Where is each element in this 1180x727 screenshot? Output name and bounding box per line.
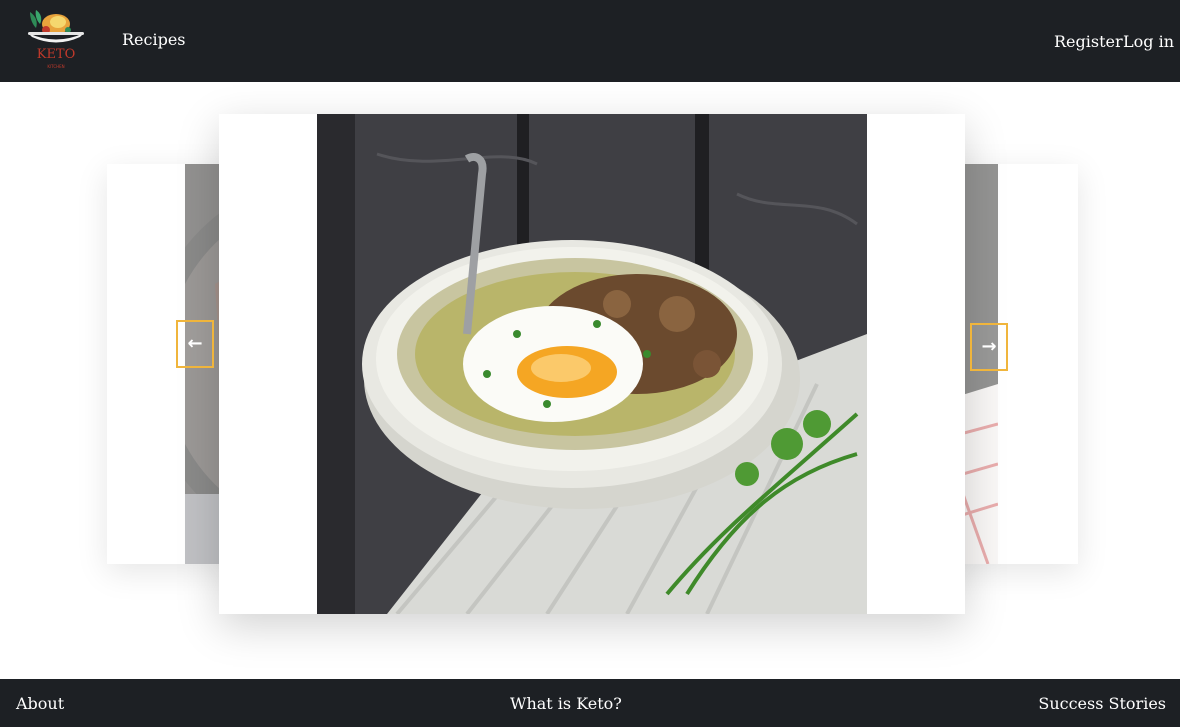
keto-logo[interactable]: KETO KITCHEN xyxy=(24,6,88,72)
success-stories-link[interactable]: Success Stories xyxy=(1038,694,1166,713)
carousel-slide-active[interactable] xyxy=(219,114,965,614)
login-link[interactable]: Log in xyxy=(1123,32,1174,51)
what-is-keto-link[interactable]: What is Keto? xyxy=(510,694,622,713)
footer-bar: About What is Keto? Success Stories xyxy=(0,679,1180,727)
logo-text: KETO xyxy=(37,47,76,62)
recipe-carousel: ← → xyxy=(0,82,1180,679)
arrow-left-icon: ← xyxy=(187,333,203,354)
logo-subtext: KITCHEN xyxy=(47,64,64,69)
top-navbar: KETO KITCHEN Recipes Register Log in xyxy=(0,0,1180,82)
arrow-right-icon: → xyxy=(981,336,997,357)
recipes-link[interactable]: Recipes xyxy=(122,30,186,49)
polenta-egg-photo xyxy=(317,114,867,614)
carousel-prev-button[interactable]: ← xyxy=(176,320,214,368)
about-link[interactable]: About xyxy=(16,694,64,713)
register-link[interactable]: Register xyxy=(1054,32,1123,51)
carousel-next-button[interactable]: → xyxy=(970,323,1008,371)
